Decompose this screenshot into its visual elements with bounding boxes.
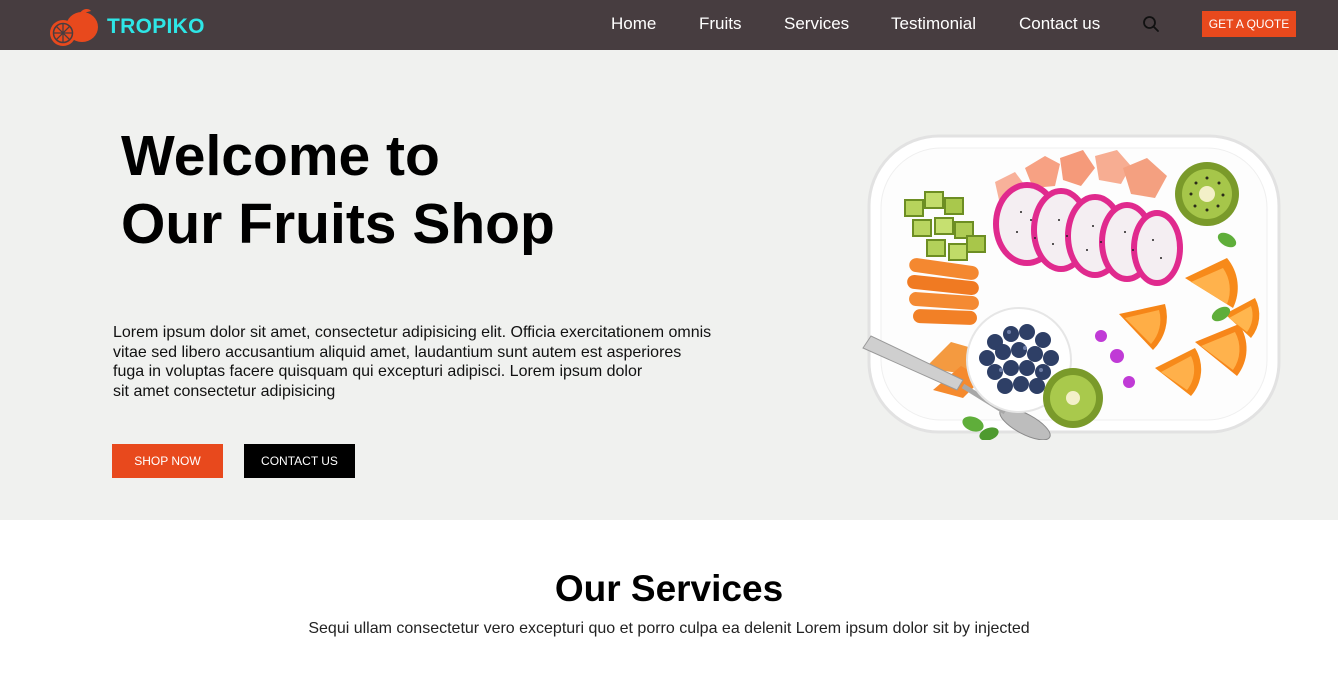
shop-now-button[interactable]: SHOP NOW xyxy=(112,444,223,478)
hero-section: Welcome to Our Fruits Shop Lorem ipsum d… xyxy=(0,50,1338,520)
hero-title-line: Our Fruits Shop xyxy=(121,192,555,256)
main-nav: Home Fruits Services Testimonial Contact… xyxy=(0,13,1338,37)
top-navbar: TROPIKO Home Fruits Services Testimonial… xyxy=(0,0,1338,50)
search-button[interactable] xyxy=(1142,15,1160,33)
hero-description: Lorem ipsum dolor sit amet, consectetur … xyxy=(113,323,763,401)
search-icon xyxy=(1143,16,1159,32)
hero-description-line: fuga in voluptas facere quisquam qui exc… xyxy=(113,363,643,380)
hero-title-line: Welcome to xyxy=(121,124,440,188)
nav-link-contact-us[interactable]: Contact us xyxy=(1019,13,1100,35)
nav-link-home[interactable]: Home xyxy=(611,13,656,35)
hero-title: Welcome to Our Fruits Shop xyxy=(121,122,555,258)
contact-us-button[interactable]: CONTACT US xyxy=(244,444,355,478)
nav-link-testimonial[interactable]: Testimonial xyxy=(891,13,976,35)
nav-link-fruits[interactable]: Fruits xyxy=(699,13,742,35)
hero-description-line: Lorem ipsum dolor sit amet, consectetur … xyxy=(113,324,712,341)
services-subtitle: Sequi ullam consectetur vero excepturi q… xyxy=(308,620,1030,637)
hero-description-line: vitae sed libero accusantium aliquid ame… xyxy=(113,343,682,361)
fruit-plate-image xyxy=(862,134,1281,440)
services-title: Our Services xyxy=(554,568,784,609)
nav-link-services[interactable]: Services xyxy=(784,13,849,35)
hero-description-line: sit amet consectetur adipisicing xyxy=(113,382,336,400)
get-a-quote-button[interactable]: GET A QUOTE xyxy=(1202,11,1296,37)
